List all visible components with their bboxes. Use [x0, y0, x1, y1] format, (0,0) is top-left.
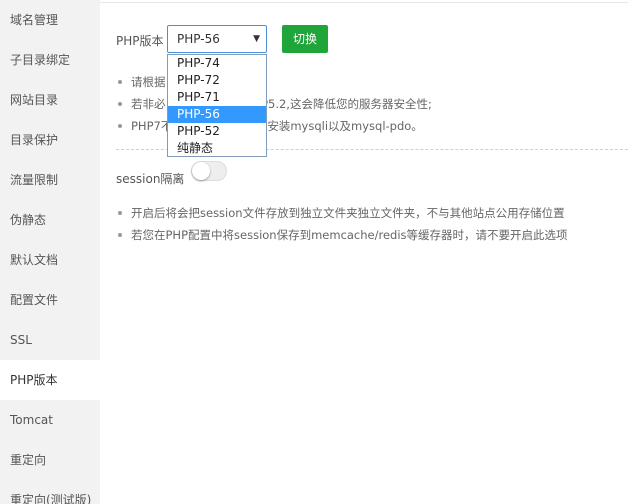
- sidebar-item-domain[interactable]: 域名管理: [0, 0, 100, 40]
- bullet-icon: [118, 102, 122, 106]
- session-tips-list: 开启后将会把session文件存放到独立文件夹独立文件夹，不与其他站点公用存储位…: [118, 202, 568, 246]
- sidebar-item-dir-protection[interactable]: 目录保护: [0, 120, 100, 160]
- session-isolation-toggle[interactable]: [191, 161, 227, 181]
- sidebar-item-rewrite[interactable]: 伪静态: [0, 200, 100, 240]
- switch-php-button[interactable]: 切换: [282, 25, 328, 53]
- sidebar-item-redirect-beta[interactable]: 重定向(测试版): [0, 480, 100, 504]
- sidebar-item-traffic-limit[interactable]: 流量限制: [0, 160, 100, 200]
- session-tip-item: 开启后将会把session文件存放到独立文件夹独立文件夹，不与其他站点公用存储位…: [118, 202, 568, 224]
- sidebar-item-subdir-binding[interactable]: 子目录绑定: [0, 40, 100, 80]
- php-tip-item: 若非必 PHP5.2,这会降低您的服务器安全性;: [118, 93, 432, 115]
- php-tips-list: 请根据版本 若非必PHP5.2,这会降低您的服务器安全性; PHP7不默认安装m…: [118, 71, 432, 137]
- php-tip-item: PHP7不 默认安装mysqli以及mysql-pdo。: [118, 115, 432, 137]
- bullet-icon: [118, 233, 122, 237]
- php-option-71[interactable]: PHP-71: [168, 89, 266, 106]
- main-content: PHP版本 PHP-56 ▼ 切换 请根据版本 若非必PHP5.2,这会降低您的…: [100, 0, 628, 504]
- toggle-knob: [192, 162, 210, 180]
- sidebar-item-redirect[interactable]: 重定向: [0, 440, 100, 480]
- php-version-selected-value: PHP-56: [177, 32, 220, 46]
- php-option-static[interactable]: 纯静态: [168, 140, 266, 157]
- sidebar-item-tomcat[interactable]: Tomcat: [0, 400, 100, 440]
- sidebar-item-config-file[interactable]: 配置文件: [0, 280, 100, 320]
- php-option-56[interactable]: PHP-56: [168, 106, 266, 123]
- php-version-panel: 域名管理 子目录绑定 网站目录 目录保护 流量限制 伪静态 默认文档 配置文件 …: [0, 0, 628, 504]
- sidebar-item-site-directory[interactable]: 网站目录: [0, 80, 100, 120]
- session-isolation-label: session隔离: [116, 172, 185, 186]
- php-option-52[interactable]: PHP-52: [168, 123, 266, 140]
- dropdown-arrow-icon: ▼: [253, 34, 260, 44]
- bullet-icon: [118, 211, 122, 215]
- sidebar-item-ssl[interactable]: SSL: [0, 320, 100, 360]
- sidebar-item-php-version[interactable]: PHP版本: [0, 360, 100, 400]
- php-option-72[interactable]: PHP-72: [168, 72, 266, 89]
- bullet-icon: [118, 80, 122, 84]
- session-tip-item: 若您在PHP配置中将session保存到memcache/redis等缓存器时，…: [118, 224, 568, 246]
- php-tip-item: 请根据版本: [118, 71, 432, 93]
- bullet-icon: [118, 124, 122, 128]
- sidebar: 域名管理 子目录绑定 网站目录 目录保护 流量限制 伪静态 默认文档 配置文件 …: [0, 0, 100, 504]
- sidebar-item-default-doc[interactable]: 默认文档: [0, 240, 100, 280]
- php-version-dropdown-list: PHP-74 PHP-72 PHP-71 PHP-56 PHP-52 纯静态: [167, 54, 267, 157]
- php-option-74[interactable]: PHP-74: [168, 55, 266, 72]
- php-version-label: PHP版本: [116, 34, 164, 48]
- php-version-select[interactable]: PHP-56 ▼: [167, 25, 267, 53]
